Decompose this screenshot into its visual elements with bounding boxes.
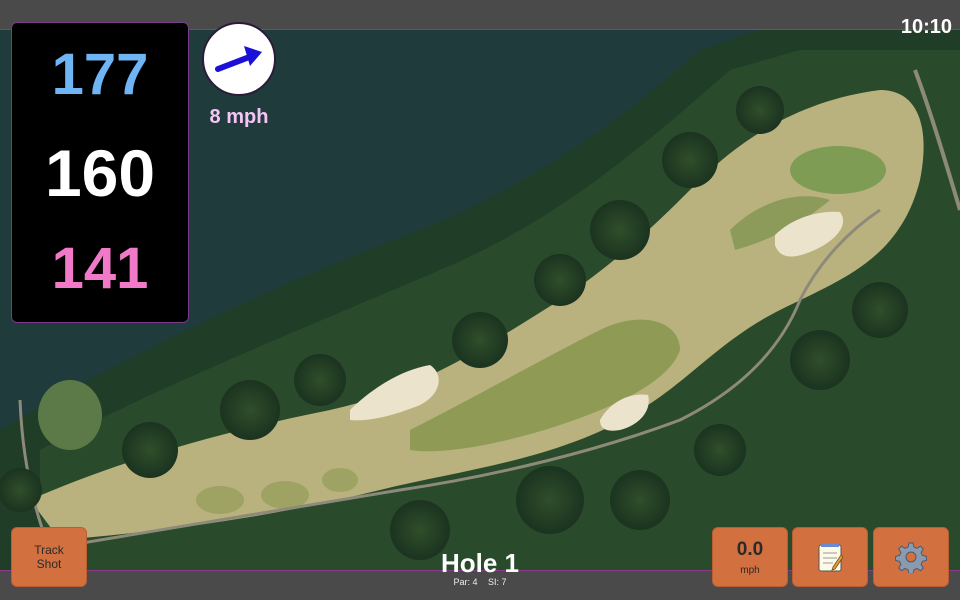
- notes-button[interactable]: [792, 527, 868, 587]
- notepad-icon: [818, 543, 844, 572]
- wind-arrow-icon: [215, 46, 262, 72]
- back-of-green-distance: 177: [51, 42, 149, 107]
- hole-par: Par: 4: [453, 577, 478, 587]
- front-of-green-distance: 141: [51, 236, 149, 301]
- clock: 10:10: [900, 16, 952, 38]
- speed-unit: mph: [740, 564, 760, 576]
- settings-button[interactable]: [873, 527, 949, 587]
- track-shot-button[interactable]: Track Shot: [11, 527, 87, 587]
- hole-info: Par: 4 SI: 7: [380, 577, 580, 587]
- wind-speed-label: 8 mph: [209, 106, 269, 128]
- track-shot-label-line2: Shot: [36, 557, 62, 571]
- middle-of-green-distance: 160: [44, 136, 156, 210]
- hole-title: Hole 1: [440, 548, 520, 578]
- speed-button[interactable]: 0.0 mph: [712, 527, 788, 587]
- gear-icon: [895, 542, 927, 573]
- distance-panel: 177 160 141: [11, 22, 189, 323]
- speed-value: 0.0: [736, 538, 764, 560]
- wind-direction-indicator: [202, 22, 276, 96]
- hole-stroke-index: SI: 7: [488, 577, 507, 587]
- track-shot-label-line1: Track: [34, 543, 64, 557]
